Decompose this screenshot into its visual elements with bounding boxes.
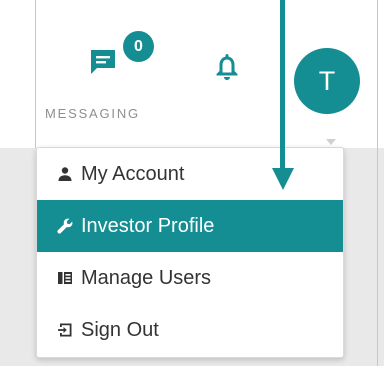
messaging-button[interactable]: 0 MESSAGING <box>45 28 195 128</box>
menu-item-label: Investor Profile <box>81 214 215 237</box>
messaging-label: MESSAGING <box>45 106 140 121</box>
menu-item-label: Manage Users <box>81 266 212 289</box>
chat-lines-icon <box>91 50 115 74</box>
avatar-dropdown-caret <box>326 139 336 145</box>
screenshot-stage: 0 MESSAGING T My Account Investor Profil… <box>0 0 384 366</box>
bell-icon[interactable] <box>213 52 241 82</box>
menu-item-label: My Account <box>81 162 185 185</box>
person-icon <box>58 167 72 181</box>
user-menu-dropdown: My Account Investor Profile Manage Users <box>36 147 344 358</box>
users-list-icon <box>58 272 72 284</box>
menu-item-investor-profile[interactable]: Investor Profile <box>37 200 343 252</box>
menu-item-my-account[interactable]: My Account <box>37 148 343 200</box>
wrench-icon <box>57 218 73 234</box>
menu-item-sign-out[interactable]: Sign Out <box>37 304 343 356</box>
message-count-badge: 0 <box>123 31 154 62</box>
menu-item-manage-users[interactable]: Manage Users <box>37 252 343 304</box>
user-avatar[interactable]: T <box>294 48 360 114</box>
pointer-arrow-icon <box>272 168 294 190</box>
page-divider <box>377 148 378 366</box>
menu-item-label: Sign Out <box>81 318 159 341</box>
pointer-arrow-shaft <box>280 0 285 172</box>
header-divider-right <box>377 0 378 148</box>
sign-out-icon <box>58 323 72 337</box>
header-divider-left <box>35 0 36 148</box>
